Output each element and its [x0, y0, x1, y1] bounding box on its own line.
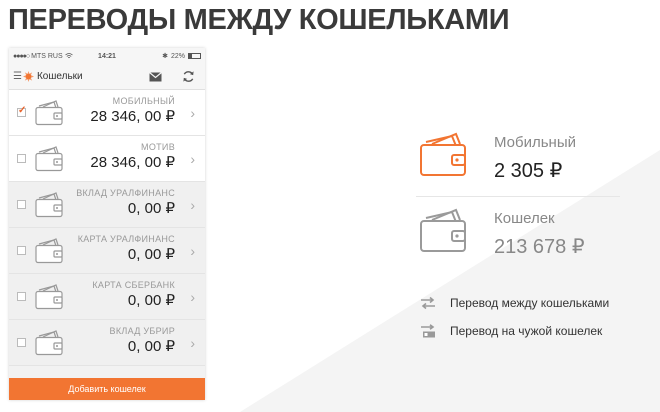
wallet-info: МОБИЛЬНЫЙ 28 346, 00 ₽ — [90, 96, 175, 125]
chevron-right-icon: › — [190, 197, 195, 213]
wallet-list: МОБИЛЬНЫЙ 28 346, 00 ₽ › МОТИВ 28 346, 00 ₽ ›… — [9, 90, 205, 366]
add-wallet-button[interactable]: Добавить кошелек — [9, 378, 205, 400]
battery-icon — [188, 53, 201, 59]
wallet-icon — [35, 283, 63, 309]
chevron-right-icon: › — [190, 243, 195, 259]
wallet-amount: 0, 00 ₽ — [127, 246, 175, 263]
wallet-row[interactable]: ВКЛАД УБРИР 0, 00 ₽ › — [9, 320, 205, 366]
wallet-info: ВКЛАД УБРИР 0, 00 ₽ — [110, 326, 175, 355]
wallet-icon — [35, 237, 63, 263]
mail-icon[interactable] — [149, 71, 162, 82]
wallet-icon — [35, 145, 63, 171]
transfer-card-icon — [421, 324, 435, 338]
wallet-amount: 28 346, 00 ₽ — [90, 154, 175, 171]
wallet-card-koshelek[interactable]: Кошелек 213 678 ₽ — [410, 200, 620, 270]
wallet-icon — [35, 329, 63, 355]
chevron-right-icon: › — [190, 335, 195, 351]
wallet-info: МОТИВ 28 346, 00 ₽ — [90, 142, 175, 171]
card-name: Кошелек — [494, 210, 555, 227]
wallet-amount: 28 346, 00 ₽ — [90, 108, 175, 125]
wallet-row[interactable]: КАРТА УРАЛФИНАНС 0, 00 ₽ › — [9, 228, 205, 274]
status-bar: ●●●●○ MTS RUS 14:21 ✱ 22% — [9, 48, 205, 64]
legend-label: Перевод между кошельками — [450, 296, 610, 310]
wallet-icon — [35, 99, 63, 125]
wallet-icon — [35, 191, 63, 217]
wallet-amount: 0, 00 ₽ — [127, 338, 175, 355]
wallet-card-mobile[interactable]: Мобильный 2 305 ₽ — [410, 124, 620, 194]
wallet-name: МОТИВ — [141, 142, 175, 152]
legend-label: Перевод на чужой кошелек — [450, 324, 603, 338]
wallet-name: МОБИЛЬНЫЙ — [112, 96, 175, 106]
wallet-checkbox[interactable] — [17, 292, 26, 301]
app-title: Кошельки — [36, 71, 83, 82]
chevron-right-icon: › — [190, 105, 195, 121]
chevron-right-icon: › — [190, 289, 195, 305]
wallet-name: ВКЛАД УРАЛФИНАНС — [76, 188, 175, 198]
menu-icon[interactable]: ☰ — [13, 71, 22, 82]
status-time: 14:21 — [98, 52, 116, 60]
refresh-icon[interactable] — [182, 70, 195, 83]
card-name: Мобильный — [494, 134, 576, 151]
wallet-name: КАРТА СБЕРБАНК — [92, 280, 175, 290]
app-logo-icon — [22, 71, 34, 82]
card-divider — [416, 196, 620, 197]
wallet-checkbox[interactable] — [17, 154, 26, 163]
wallet-icon — [420, 208, 466, 252]
wallet-name: КАРТА УРАЛФИНАНС — [77, 234, 175, 244]
chevron-right-icon: › — [190, 151, 195, 167]
wallet-info: КАРТА УРАЛФИНАНС 0, 00 ₽ — [78, 234, 175, 263]
card-amount: 2 305 ₽ — [494, 160, 563, 182]
wallet-amount: 0, 00 ₽ — [127, 200, 175, 217]
app-bar: ☰ Кошельки — [9, 64, 205, 90]
wallet-row[interactable]: МОТИВ 28 346, 00 ₽ › — [9, 136, 205, 182]
wallet-info: ВКЛАД УРАЛФИНАНС 0, 00 ₽ — [76, 188, 175, 217]
wallet-checkbox[interactable] — [17, 105, 26, 117]
wallet-checkbox[interactable] — [17, 338, 26, 347]
wallet-name: ВКЛАД УБРИР — [109, 326, 175, 336]
wallet-checkbox[interactable] — [17, 200, 26, 209]
wallet-row[interactable]: МОБИЛЬНЫЙ 28 346, 00 ₽ › — [9, 90, 205, 136]
wallet-icon — [420, 132, 466, 176]
wallet-row[interactable]: КАРТА СБЕРБАНК 0, 00 ₽ › — [9, 274, 205, 320]
legend-internal-transfer: Перевод между кошельками — [420, 296, 609, 310]
legend-external-transfer: Перевод на чужой кошелек — [420, 324, 602, 338]
card-amount: 213 678 ₽ — [494, 236, 585, 258]
transfer-arrows-icon — [421, 296, 435, 310]
wallet-info: КАРТА СБЕРБАНК 0, 00 ₽ — [92, 280, 175, 309]
wallet-row[interactable]: ВКЛАД УРАЛФИНАНС 0, 00 ₽ › — [9, 182, 205, 228]
page-headline: ПЕРЕВОДЫ МЕЖДУ КОШЕЛЬКАМИ — [8, 4, 510, 36]
phone-screen: ●●●●○ MTS RUS 14:21 ✱ 22% ☰ Кошельки ✓ М… — [9, 48, 205, 400]
wallet-amount: 0, 00 ₽ — [127, 292, 175, 309]
wallet-checkbox[interactable] — [17, 246, 26, 255]
